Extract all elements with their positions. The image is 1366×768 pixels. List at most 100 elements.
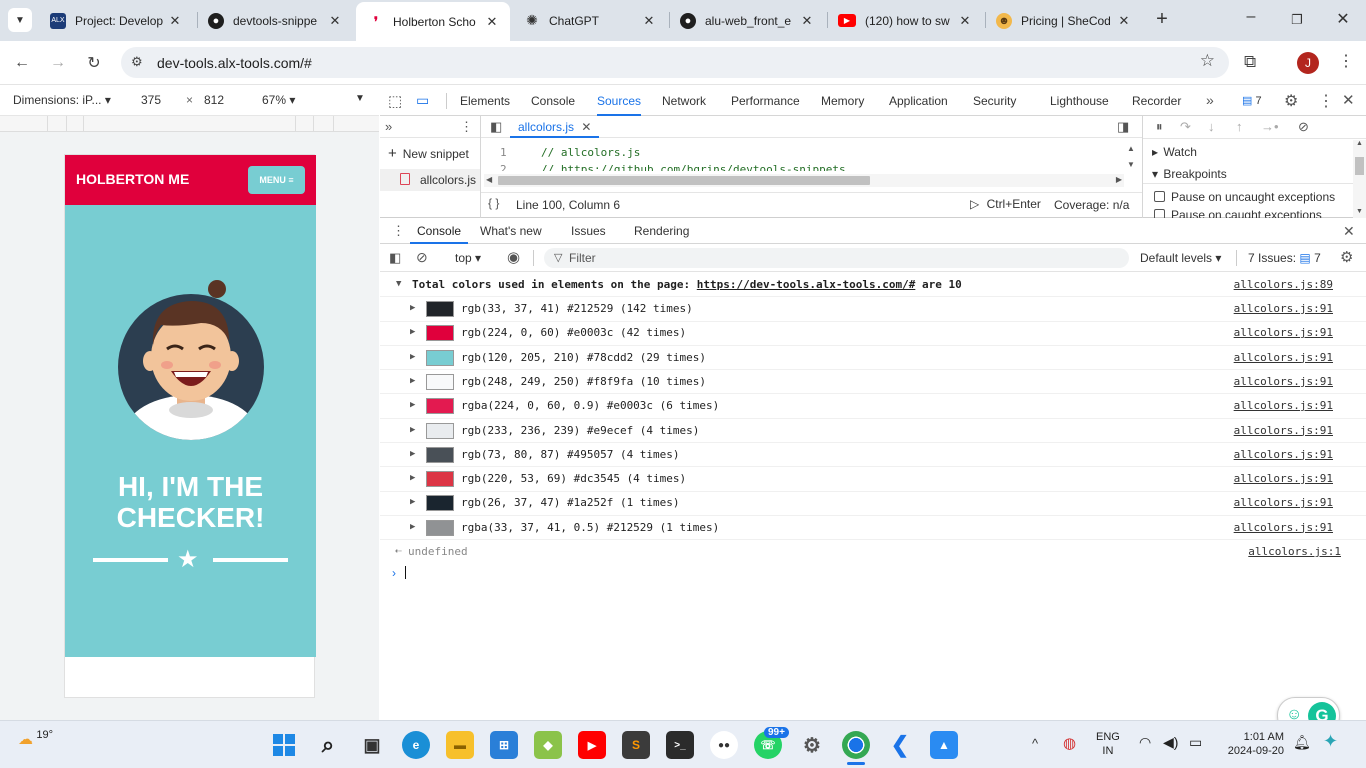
notification-bell-icon[interactable]: 🔔︎ — [1293, 734, 1311, 751]
pause-uncaught-checkbox[interactable]: Pause on uncaught exceptions — [1154, 190, 1335, 204]
profile-avatar[interactable]: J — [1297, 52, 1319, 74]
console-color-row[interactable]: ▶ rgb(120, 205, 210) #78cdd2 (29 times) al… — [380, 346, 1366, 371]
source-link[interactable]: allcolors.js:1 — [1248, 545, 1341, 558]
console-color-row[interactable]: ▶ rgb(73, 80, 87) #495057 (4 times) allcol… — [380, 443, 1366, 468]
tab-chatgpt[interactable]: ✺ ChatGPT ✕ — [512, 4, 667, 37]
back-button[interactable]: ← — [10, 51, 34, 75]
new-tab-button[interactable]: + — [1150, 8, 1174, 32]
sublime-icon[interactable]: S — [622, 731, 650, 759]
settings-app-icon[interactable]: ⚙ — [798, 731, 826, 759]
toggle-navigator-icon[interactable]: ◧ — [490, 119, 502, 135]
device-toggle-icon[interactable]: ▭ — [416, 92, 429, 109]
weather-widget[interactable]: ☁ 19° — [18, 729, 53, 748]
copilot-icon[interactable]: ✦ — [1323, 731, 1338, 752]
close-icon[interactable]: ✕ — [581, 120, 591, 134]
close-icon[interactable]: ✕ — [1116, 13, 1132, 29]
expand-icon[interactable]: ▶ — [410, 303, 415, 313]
issues-badge[interactable]: ▤ 7 — [1242, 94, 1262, 107]
source-link[interactable]: allcolors.js:91 — [1234, 351, 1333, 364]
address-bar[interactable]: ⚙ dev-tools.alx-tools.com/# ☆ — [121, 47, 1229, 78]
pause-caught-checkbox[interactable]: Pause on caught exceptions — [1154, 208, 1322, 218]
step-out-icon[interactable]: ↑ — [1236, 119, 1243, 134]
clear-console-icon[interactable]: ⊘ — [416, 249, 428, 266]
task-view-icon[interactable]: ▣ — [358, 731, 386, 759]
drawer-tab-issues[interactable]: Issues — [571, 218, 606, 244]
vscode-icon[interactable]: ❮ — [886, 731, 914, 759]
console-color-row[interactable]: ▶ rgba(224, 0, 60, 0.9) #e0003c (6 times)… — [380, 394, 1366, 419]
tab-memory[interactable]: Memory — [821, 86, 864, 116]
console-issues-button[interactable]: 7 Issues: ▤ 7 — [1248, 251, 1321, 265]
show-hidden-icons[interactable]: ^ — [1032, 736, 1038, 751]
expand-icon[interactable]: ▶ — [410, 352, 415, 362]
console-color-row[interactable]: ▶ rgb(33, 37, 41) #212529 (142 times) allc… — [380, 297, 1366, 322]
console-color-row[interactable]: ▶ rgb(26, 37, 47) #1a252f (1 times) allcol… — [380, 491, 1366, 516]
source-link[interactable]: allcolors.js:91 — [1234, 302, 1333, 315]
console-settings-icon[interactable]: ⚙ — [1340, 248, 1353, 266]
tab-application[interactable]: Application — [889, 86, 948, 116]
editor-tab-allcolors[interactable]: allcolors.js ✕ — [510, 116, 600, 138]
battery-icon[interactable]: ▭ — [1189, 734, 1202, 751]
drawer-menu-icon[interactable]: ⋮ — [392, 223, 405, 239]
navigator-more-icon[interactable]: » — [385, 119, 392, 134]
pretty-print-icon[interactable]: { } — [488, 196, 499, 210]
speaker-icon[interactable]: ◀) — [1163, 734, 1178, 751]
expand-icon[interactable]: ▶ — [410, 425, 415, 435]
tab-project[interactable]: ALX Project: Develop ✕ — [38, 4, 193, 37]
close-icon[interactable]: ✕ — [957, 13, 973, 29]
summary-url-link[interactable]: https://dev-tools.alx-tools.com/# — [697, 278, 916, 291]
live-expression-icon[interactable]: ◉ — [507, 248, 520, 266]
source-link[interactable]: allcolors.js:91 — [1234, 375, 1333, 388]
new-snippet-button[interactable]: + New snippet — [388, 145, 469, 162]
expand-icon[interactable]: ▶ — [410, 400, 415, 410]
zoom-select[interactable]: 67% ▾ — [262, 93, 295, 107]
source-link[interactable]: allcolors.js:91 — [1234, 326, 1333, 339]
start-menu-icon[interactable] — [270, 731, 298, 759]
chrome-icon[interactable] — [842, 731, 870, 759]
wifi-icon[interactable]: ◠ — [1139, 734, 1151, 751]
restore-button[interactable]: ❐ — [1282, 8, 1312, 32]
navigator-menu-icon[interactable]: ⋮ — [460, 119, 473, 135]
menu-button[interactable]: MENU ≡ — [248, 166, 305, 194]
inspect-element-icon[interactable]: ⬚ — [388, 92, 402, 110]
tab-network[interactable]: Network — [662, 86, 706, 116]
file-explorer-icon[interactable]: ▬ — [446, 731, 474, 759]
dimensions-select[interactable]: Dimensions: iP... ▾ — [13, 93, 111, 107]
scroll-down-icon[interactable]: ▼ — [1127, 160, 1135, 169]
expand-icon[interactable]: ▶ — [410, 473, 415, 483]
step-icon[interactable]: →• — [1261, 119, 1279, 134]
watch-section[interactable]: ▸ Watch — [1152, 145, 1197, 159]
console-sidebar-icon[interactable]: ◧ — [389, 250, 401, 266]
remote-desktop-icon[interactable]: ●● — [710, 731, 738, 759]
tab-sources[interactable]: Sources — [597, 86, 642, 116]
search-icon[interactable]: ⌕ — [314, 731, 342, 759]
levels-select[interactable]: Default levels ▾ — [1140, 251, 1221, 265]
settings-icon[interactable]: ⚙ — [1284, 91, 1298, 111]
photos-icon[interactable]: ▲ — [930, 731, 958, 759]
console-filter-input[interactable]: ▽ Filter — [544, 248, 1129, 268]
clock[interactable]: 1:01 AM 2024-09-20 — [1218, 730, 1284, 758]
close-icon[interactable]: ✕ — [167, 13, 183, 29]
console-prompt[interactable]: › — [392, 566, 1352, 586]
tab-elements[interactable]: Elements — [460, 86, 510, 116]
bookmark-star-icon[interactable]: ☆ — [1200, 51, 1215, 71]
close-devtools-icon[interactable]: ✕ — [1342, 91, 1355, 109]
tab-lighthouse[interactable]: Lighthouse — [1050, 86, 1109, 116]
edge-icon[interactable]: e — [402, 731, 430, 759]
console-color-row[interactable]: ▶ rgb(233, 236, 239) #e9ecef (4 times) all… — [380, 419, 1366, 443]
tab-recorder[interactable]: Recorder — [1132, 86, 1181, 116]
scroll-up-icon[interactable]: ▲ — [1127, 144, 1135, 153]
tab-holberton[interactable]: ❜ Holberton Scho ✕ — [356, 2, 510, 41]
expand-icon[interactable]: ▶ — [410, 376, 415, 386]
source-link[interactable]: allcolors.js:89 — [1234, 278, 1333, 291]
breakpoints-section[interactable]: ▾ Breakpoints — [1152, 167, 1227, 181]
device-options-icon[interactable]: ▼ — [355, 93, 365, 104]
expand-icon[interactable]: ▶ — [410, 327, 415, 337]
language-indicator[interactable]: ENG IN — [1096, 730, 1120, 758]
tab-console[interactable]: Console — [531, 86, 575, 116]
close-icon[interactable]: ✕ — [799, 13, 815, 29]
close-icon[interactable]: ✕ — [327, 13, 343, 29]
source-link[interactable]: allcolors.js:91 — [1234, 521, 1333, 534]
source-link[interactable]: allcolors.js:91 — [1234, 424, 1333, 437]
close-drawer-icon[interactable]: ✕ — [1343, 223, 1355, 240]
console-color-row[interactable]: ▶ rgba(33, 37, 41, 0.5) #212529 (1 times)… — [380, 516, 1366, 541]
